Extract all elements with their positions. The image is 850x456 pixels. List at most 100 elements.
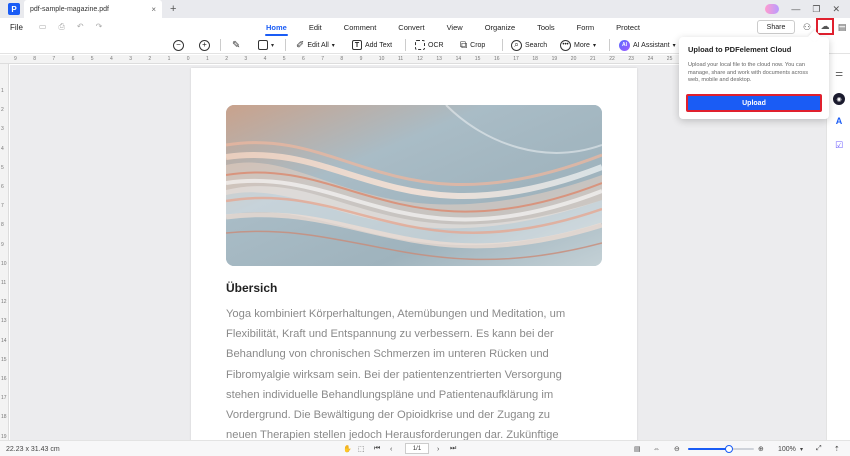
upload-button[interactable]: Upload — [686, 94, 822, 112]
restore-icon[interactable]: ❐ — [812, 4, 820, 15]
text-line: Flexibilität, Kraft und Entspannung zu v… — [226, 328, 554, 341]
save-icon[interactable]: ▭ — [39, 22, 47, 32]
ai-assistant-button[interactable]: AI AI Assistant ▾ — [619, 38, 676, 52]
page-number-input[interactable]: 1/1 — [405, 443, 429, 454]
file-menu[interactable]: File — [10, 23, 23, 32]
redo-icon[interactable]: ↷ — [96, 22, 103, 32]
tab-home[interactable]: Home — [255, 18, 298, 36]
ai-assistant-label: AI Assistant — [633, 41, 670, 49]
popover-title: Upload to PDFelement Cloud — [688, 45, 792, 54]
zoom-slider[interactable] — [688, 445, 754, 453]
status-bar: 22.23 x 31.43 cm ✋ ⬚ ⏮ ‹ 1/1 › ⏭ ▤ ⇔ ⊖ ⊕… — [0, 440, 850, 456]
cloud-upload-icon[interactable]: ☁ — [816, 18, 834, 35]
ruler-tick-label: 8 — [340, 56, 344, 62]
minimize-icon[interactable]: — — [791, 4, 800, 14]
ruler-tick-label: 10 — [1, 260, 7, 267]
prev-page-icon[interactable]: ‹ — [390, 443, 392, 455]
document-tab[interactable]: pdf-sample-magazine.pdf × — [24, 0, 162, 18]
first-page-icon[interactable]: ⏮ — [374, 443, 380, 455]
add-text-button[interactable]: T Add Text — [352, 38, 392, 52]
avatar[interactable] — [765, 4, 780, 14]
ruler-tick-label: 1 — [206, 56, 209, 62]
ai-chat-icon[interactable]: ◉ — [833, 93, 845, 105]
ruler-tick-label: 7 — [1, 203, 4, 210]
menu-bar: File ▭ ⎙ ↶ ↷ Home Edit Comment Convert V… — [0, 18, 850, 36]
pdf-page[interactable]: Übersich Yoga kombiniert Körperhaltungen… — [191, 68, 637, 440]
zoom-out-icon: − — [173, 39, 184, 51]
ruler-tick-label: 12 — [417, 56, 423, 62]
ruler-tick-label: 0 — [186, 56, 190, 62]
zoom-in-status-icon[interactable]: ⊕ — [758, 443, 764, 455]
tab-comment[interactable]: Comment — [333, 18, 388, 36]
ruler-tick-label: 10 — [378, 56, 385, 62]
checklist-icon[interactable]: ☑ — [833, 139, 845, 151]
ruler-tick-label: 4 — [110, 56, 113, 62]
zoom-in-button[interactable]: + — [199, 38, 210, 52]
more-icon: ••• — [560, 39, 571, 51]
ai-text-icon[interactable]: A — [833, 115, 845, 127]
chevron-down-icon: ▾ — [271, 42, 275, 49]
highlight-button[interactable]: ✎ — [232, 38, 240, 52]
page-view-icon[interactable]: ▤ — [634, 443, 641, 455]
tab-organize[interactable]: Organize — [474, 18, 526, 36]
ruler-tick-label: 2 — [148, 56, 152, 62]
tab-form[interactable]: Form — [566, 18, 606, 36]
tab-protect[interactable]: Protect — [605, 18, 651, 36]
ruler-tick-label: 22 — [609, 56, 615, 62]
hand-tool-icon[interactable]: ✋ — [343, 443, 352, 455]
collapse-icon[interactable]: ⇡ — [834, 443, 840, 455]
ruler-tick-label: 19 — [1, 433, 7, 440]
ruler-tick-label: 11 — [398, 56, 404, 62]
edit-all-button[interactable]: ✐ Edit All ▾ — [296, 38, 335, 52]
ruler-tick-label: 9 — [1, 241, 4, 248]
zoom-out-button[interactable]: − — [173, 38, 184, 52]
share-button[interactable]: Share — [757, 20, 795, 34]
crop-button[interactable]: ⧉ Crop — [460, 38, 485, 52]
next-page-icon[interactable]: › — [437, 443, 439, 455]
network-icon[interactable]: ⚇ — [801, 21, 813, 33]
tab-convert[interactable]: Convert — [387, 18, 435, 36]
ruler-tick-label: 25 — [666, 56, 673, 62]
text-line: neuen Therapien stellen jedoch Herausfor… — [226, 429, 559, 440]
ruler-tick-label: 6 — [71, 56, 75, 62]
edit-all-label: Edit All — [307, 41, 329, 49]
undo-icon[interactable]: ↶ — [77, 22, 84, 32]
crop-icon: ⧉ — [460, 39, 468, 51]
zoom-slider-thumb[interactable] — [724, 445, 733, 453]
ruler-tick-label: 7 — [321, 56, 324, 62]
body-text: Yoga kombiniert Körperhaltungen, Atemübu… — [226, 304, 606, 440]
fit-width-icon[interactable]: ⇔ — [653, 443, 660, 455]
ocr-button[interactable]: OCR — [415, 38, 444, 52]
ruler-tick-label: 2 — [225, 56, 228, 62]
abstract-waves-image — [226, 105, 602, 266]
ruler-tick-label: 4 — [1, 145, 4, 152]
ruler-tick-label: 14 — [455, 56, 462, 62]
properties-icon[interactable]: ⚌ — [833, 67, 845, 79]
ruler-tick-label: 5 — [1, 164, 4, 171]
more-button[interactable]: ••• More ▾ — [560, 38, 596, 52]
tab-edit[interactable]: Edit — [298, 18, 333, 36]
zoom-dropdown-icon[interactable]: ▾ — [800, 443, 803, 455]
shape-button[interactable]: ▾ — [258, 38, 274, 52]
fullscreen-icon[interactable]: ⤢ — [816, 443, 822, 455]
close-window-icon[interactable]: ✕ — [832, 4, 840, 15]
document-canvas[interactable]: Übersich Yoga kombiniert Körperhaltungen… — [10, 65, 826, 440]
print-icon[interactable]: ⎙ — [58, 22, 64, 32]
new-tab-icon[interactable]: + — [170, 3, 176, 15]
last-page-icon[interactable]: ⏭ — [450, 443, 456, 455]
ruler-tick-label: 5 — [90, 56, 94, 62]
tab-view[interactable]: View — [436, 18, 474, 36]
tab-tools[interactable]: Tools — [526, 18, 566, 36]
search-button[interactable]: ⌕ Search — [511, 38, 547, 52]
panel-icon[interactable]: ▤ — [836, 21, 848, 33]
ruler-tick-label: 8 — [33, 56, 36, 62]
zoom-out-status-icon[interactable]: ⊖ — [674, 443, 680, 455]
rectangle-icon — [258, 40, 268, 50]
select-tool-icon[interactable]: ⬚ — [358, 443, 365, 455]
quick-access: ▭ ⎙ ↶ ↷ — [39, 22, 102, 32]
ruler-tick-label: 18 — [1, 414, 7, 421]
zoom-slider-fill — [688, 448, 729, 450]
close-tab-icon[interactable]: × — [151, 5, 156, 14]
zoom-level[interactable]: 100% — [778, 443, 796, 455]
hero-image — [226, 105, 602, 266]
